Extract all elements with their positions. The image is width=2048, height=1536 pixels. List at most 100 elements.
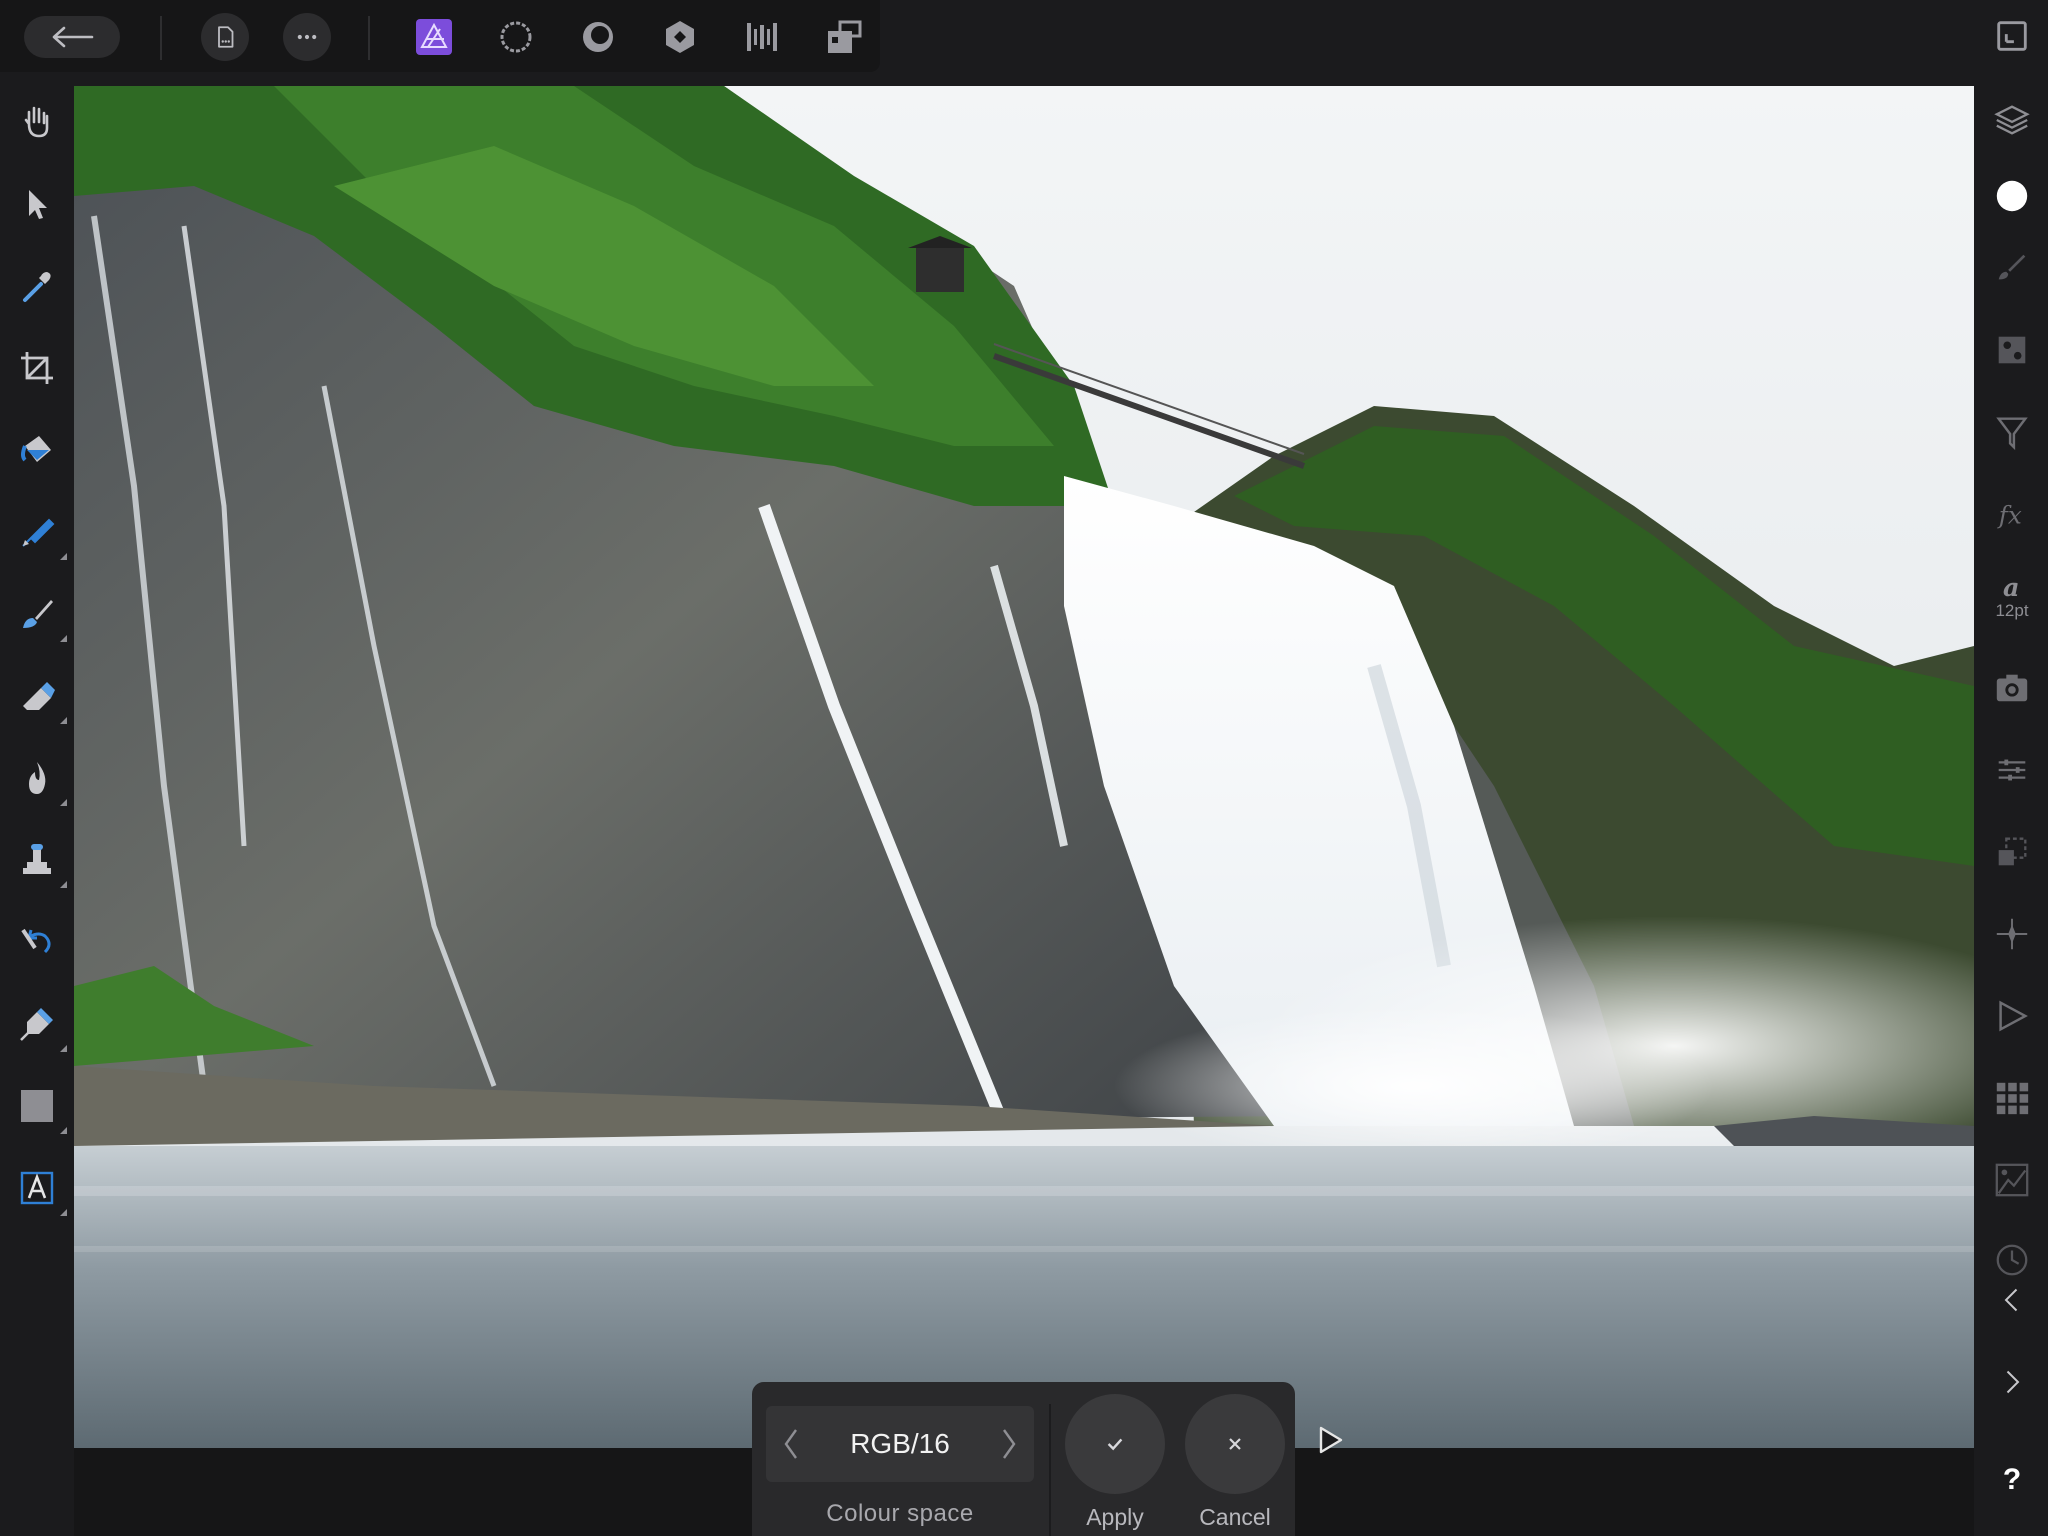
photo-persona-icon [416,19,452,55]
move-tool[interactable] [13,180,61,228]
left-chevron-icon [2004,1288,2018,1312]
fx-icon: fx [1997,501,2022,530]
undo-brush-tool[interactable] [13,918,61,966]
layers-icon [1994,105,2030,135]
erase-brush-icon [23,682,55,710]
text-style-button[interactable]: a 12pt [1988,572,2036,620]
pen-tool[interactable] [13,1000,67,1052]
colour-space-label: Colour space [826,1500,974,1527]
layers-button[interactable] [1988,96,2036,144]
navigator-button[interactable] [1988,12,2036,60]
selection-brush-icon [22,518,55,547]
crop-tool[interactable] [13,344,61,392]
color-button[interactable] [1988,172,2036,220]
rectangle-tool[interactable] [13,1082,67,1134]
snap-button[interactable] [1988,910,2036,958]
burn-brush-tool[interactable] [13,754,67,806]
right-chevron-icon [2006,1370,2020,1394]
export-persona-button[interactable] [738,13,786,61]
chevron-right-icon[interactable] [996,1424,1022,1464]
adjustments-button[interactable] [1988,326,2036,374]
liquify-persona-button[interactable] [492,13,540,61]
history-icon [1996,1244,2028,1276]
channels-icon [1996,1082,2029,1115]
close-icon [1229,1438,1241,1450]
artistic-text-icon [20,1171,54,1205]
photo-persona-button[interactable] [410,13,458,61]
waterfall-photo [74,86,1974,1448]
svg-text:fx: fx [1997,501,2022,530]
checkmark-icon [1107,1438,1123,1451]
transform-icon [1998,759,2026,781]
colour-space-value: RGB/16 [850,1428,950,1459]
macro-persona-icon [828,20,862,53]
help-button[interactable]: ? [1988,1456,2036,1504]
document-button[interactable] [201,13,249,61]
document-icon [218,26,234,48]
fx-button[interactable]: fx [1988,490,2036,538]
color-icon [1996,180,2028,212]
back-arrow-icon [52,26,94,48]
brushes-icon [1998,254,2026,280]
app-window: fx a 12pt ? RGB/16 Colour space Apply Ca… [0,0,2048,1536]
brushes-button[interactable] [1988,244,2036,292]
svg-text:a: a [2003,573,2020,602]
apply-button[interactable] [1065,1394,1165,1494]
macro-persona-button[interactable] [820,13,868,61]
collapse-left-button[interactable] [1988,1276,2036,1324]
context-toolbar: RGB/16 Colour space Apply Cancel [752,1382,1295,1536]
tone-mapping-persona-icon [666,21,694,53]
export-persona-icon [747,23,777,51]
color-picker-tool[interactable] [13,262,61,310]
colour-space-stepper[interactable]: RGB/16 [766,1406,1034,1482]
document-canvas[interactable] [74,86,1974,1448]
artistic-text-tool[interactable] [13,1164,67,1216]
move-tool-icon [29,190,47,219]
channels-button[interactable] [1988,1074,2036,1122]
filters-button[interactable] [1988,408,2036,456]
top-toolbar [0,0,880,72]
hand-tool-icon [24,106,49,138]
stock-icon [1996,674,2028,702]
pointer-cursor-icon [1319,1426,1343,1454]
toolbar-separator [160,16,162,60]
text-size-label: 12pt [1995,601,2029,620]
flood-fill-icon [21,436,51,462]
paint-brush-tool[interactable] [13,590,67,642]
burn-brush-icon [29,762,46,794]
crop-tool-icon [21,352,53,384]
toolbar-separator [368,16,370,60]
cancel-button[interactable] [1185,1394,1285,1494]
histogram-icon [1995,1163,2029,1197]
apply-label: Apply [1086,1504,1144,1530]
context-separator [1049,1404,1051,1536]
rectangle-tool-icon [21,1090,53,1122]
chevron-left-icon[interactable] [778,1424,804,1464]
more-button[interactable] [283,13,331,61]
liquify-persona-icon [500,21,532,53]
back-button[interactable] [24,16,120,58]
help-icon: ? [2002,1463,2022,1496]
tools-panel [0,86,74,1536]
histogram-button[interactable] [1988,1156,2036,1204]
snap-icon [1996,918,2028,950]
text-style-icon: a [2003,573,2020,602]
flood-fill-tool[interactable] [13,426,61,474]
develop-persona-button[interactable] [574,13,622,61]
erase-brush-tool[interactable] [13,672,67,724]
hand-tool[interactable] [13,98,61,146]
clone-brush-tool[interactable] [13,836,67,888]
adjustments-icon [1998,336,2026,364]
scope-icon [1998,837,2027,866]
selection-brush-tool[interactable] [13,508,67,560]
stock-button[interactable] [1988,664,2036,712]
expand-right-button[interactable] [1988,1358,2036,1406]
cancel-label: Cancel [1199,1504,1271,1530]
macro-button[interactable] [1988,992,2036,1040]
tone-mapping-persona-button[interactable] [656,13,704,61]
navigator-icon [1997,21,2027,51]
paint-brush-icon [23,600,53,628]
transform-button[interactable] [1988,746,2036,794]
scope-button[interactable] [1988,828,2036,876]
filters-icon [1996,417,2028,451]
